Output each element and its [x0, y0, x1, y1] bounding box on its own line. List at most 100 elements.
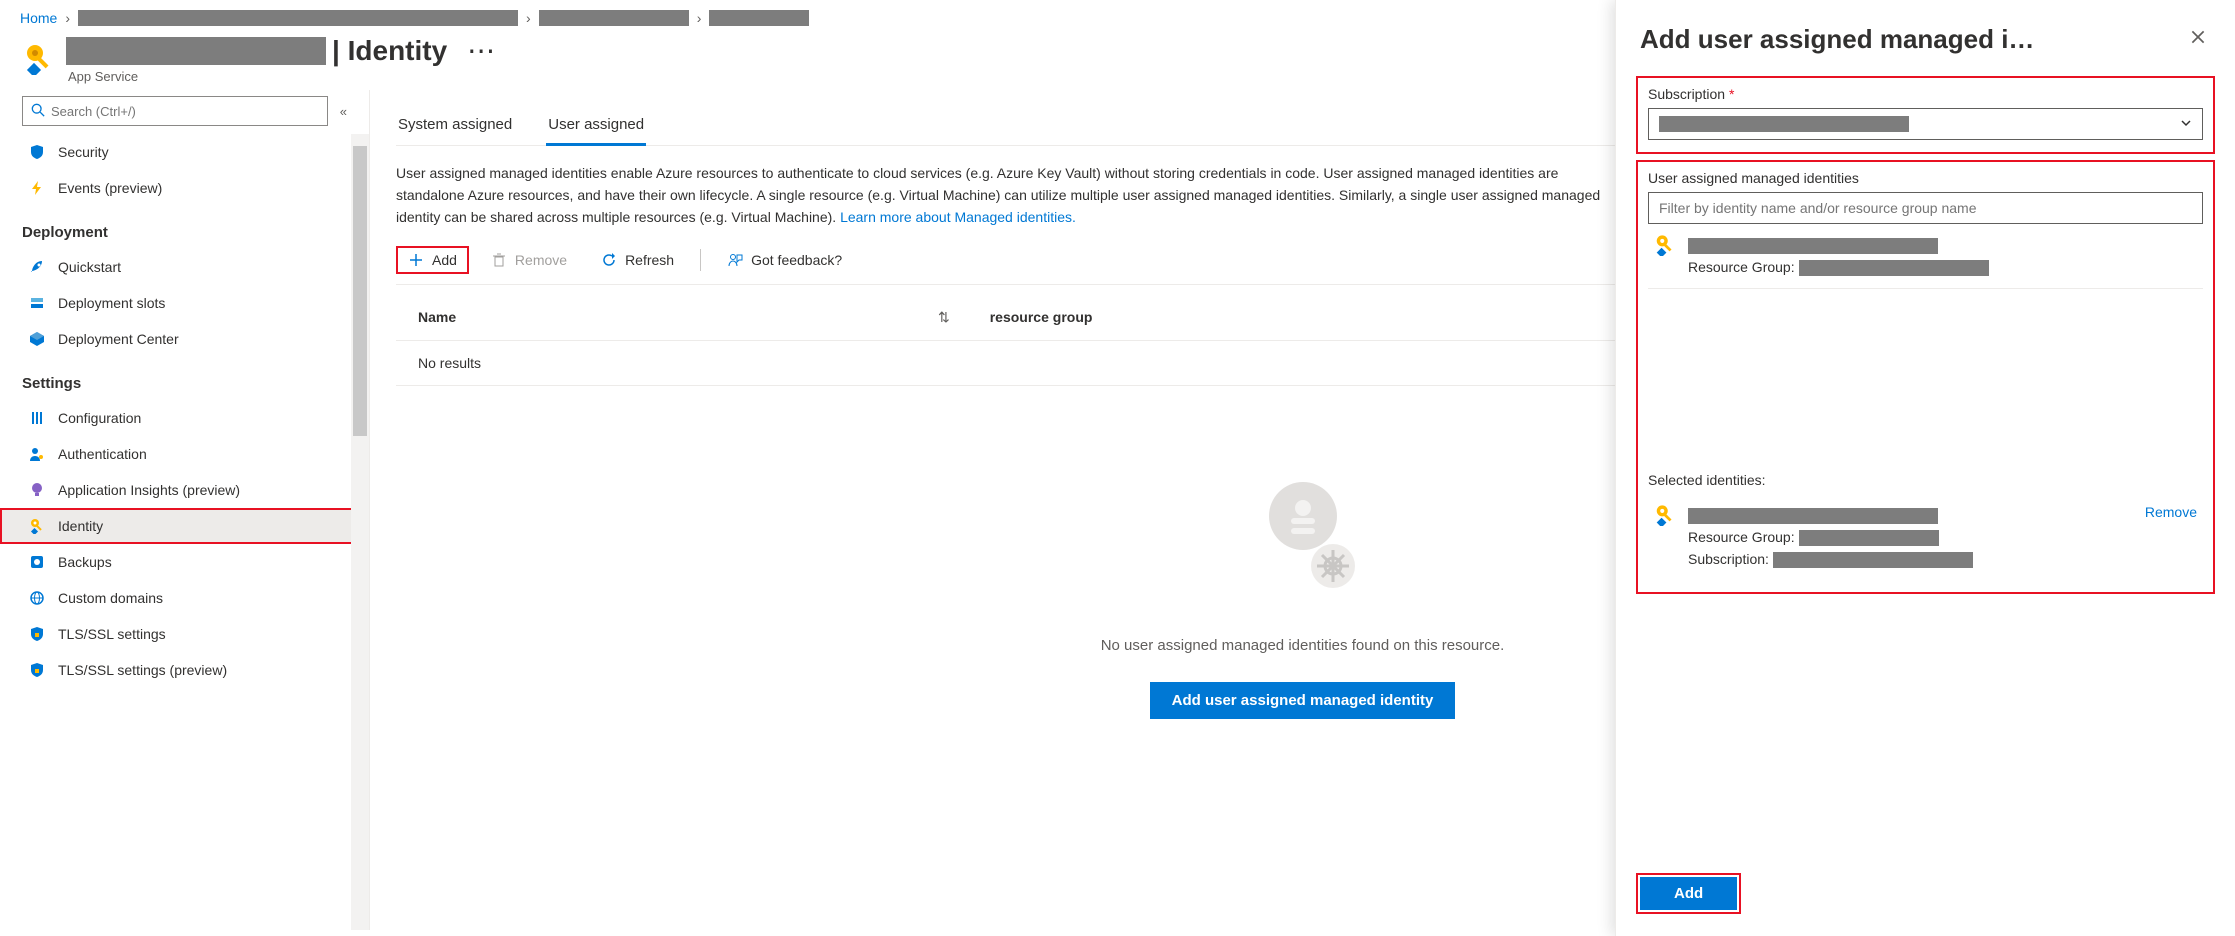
remove-button: Remove — [479, 246, 579, 274]
identities-section: User assigned managed identities Resourc… — [1636, 160, 2215, 594]
page-section-title: | Identity — [332, 35, 447, 67]
sidebar-item-label: Configuration — [58, 410, 141, 426]
learn-more-link[interactable]: Learn more about Managed identities. — [840, 209, 1076, 225]
sidebar-search-input[interactable] — [51, 104, 319, 119]
column-resource-group[interactable]: resource group — [990, 309, 1093, 326]
identity-key-icon — [1654, 234, 1678, 258]
available-identities-list: Resource Group: — [1648, 224, 2203, 454]
chevron-right-icon: › — [65, 10, 70, 26]
sidebar-item-label: TLS/SSL settings (preview) — [58, 662, 227, 678]
sidebar-item-label: Security — [58, 144, 109, 160]
sidebar-item-custom-domains[interactable]: Custom domains — [0, 580, 369, 616]
add-button-label: Add — [432, 252, 457, 268]
shield-lock-icon — [28, 625, 46, 643]
toolbar-separator — [700, 249, 701, 271]
collapse-sidebar-icon[interactable]: « — [336, 100, 351, 123]
blade-title: Add user assigned managed i… — [1640, 24, 2034, 55]
sidebar-item-app-insights[interactable]: Application Insights (preview) — [0, 472, 369, 508]
sort-icon[interactable]: ⇅ — [938, 309, 950, 326]
cube-icon — [28, 330, 46, 348]
breadcrumb-item-redacted[interactable] — [709, 10, 809, 26]
sidebar-item-deployment-center[interactable]: Deployment Center — [0, 321, 369, 357]
chevron-down-icon — [2180, 117, 2192, 132]
close-blade-button[interactable] — [2185, 22, 2211, 56]
sidebar-item-backups[interactable]: Backups — [0, 544, 369, 580]
sidebar-item-quickstart[interactable]: Quickstart — [0, 249, 369, 285]
sidebar-item-identity[interactable]: Identity — [0, 508, 369, 544]
sliders-icon — [28, 409, 46, 427]
add-button[interactable]: Add — [396, 246, 469, 274]
refresh-button[interactable]: Refresh — [589, 246, 686, 274]
more-menu-icon[interactable]: ⋯ — [453, 34, 511, 67]
identity-key-icon — [22, 42, 56, 76]
sidebar-item-configuration[interactable]: Configuration — [0, 400, 369, 436]
rocket-icon — [28, 258, 46, 276]
resource-type-subtitle: App Service — [68, 69, 511, 84]
lightning-icon — [28, 179, 46, 197]
sidebar-item-label: Application Insights (preview) — [58, 482, 240, 498]
identity-name-redacted — [1688, 508, 1938, 524]
sidebar-search[interactable] — [22, 96, 328, 126]
sidebar-item-deployment-slots[interactable]: Deployment slots — [0, 285, 369, 321]
tab-system-assigned[interactable]: System assigned — [396, 106, 514, 145]
breadcrumb-item-redacted[interactable] — [539, 10, 689, 26]
shield-icon — [28, 143, 46, 161]
add-uami-blade: Add user assigned managed i… Subscriptio… — [1615, 0, 2235, 936]
identity-key-icon — [1654, 504, 1678, 528]
remove-button-label: Remove — [515, 252, 567, 268]
shield-lock-icon — [28, 661, 46, 679]
resource-sidebar: « Security Events (preview) Deployment — [0, 90, 370, 930]
subscription-value-redacted — [1773, 552, 1973, 568]
sidebar-item-security[interactable]: Security — [0, 134, 369, 170]
refresh-icon — [601, 252, 617, 268]
empty-state-text: No user assigned managed identities foun… — [1101, 637, 1505, 654]
sidebar-item-label: Deployment Center — [58, 331, 179, 347]
person-key-icon — [28, 445, 46, 463]
trash-icon — [491, 252, 507, 268]
search-icon — [31, 103, 45, 120]
sidebar-item-label: Quickstart — [58, 259, 121, 275]
subscription-label: Subscription* — [1648, 86, 2203, 102]
subscription-section: Subscription* — [1636, 76, 2215, 154]
chevron-right-icon: › — [697, 10, 702, 26]
uami-label: User assigned managed identities — [1648, 170, 2203, 186]
add-uami-button[interactable]: Add user assigned managed identity — [1150, 682, 1456, 719]
scrollbar-thumb[interactable] — [353, 146, 367, 436]
selected-identities-label: Selected identities: — [1648, 472, 2203, 488]
breadcrumb-home[interactable]: Home — [20, 10, 57, 26]
identity-filter-input[interactable] — [1648, 192, 2203, 224]
resource-group-label: Resource Group: — [1688, 259, 1795, 275]
globe-icon — [28, 589, 46, 607]
resource-group-value-redacted — [1799, 530, 1939, 546]
sidebar-item-events[interactable]: Events (preview) — [0, 170, 369, 206]
feedback-button[interactable]: Got feedback? — [715, 246, 854, 274]
sidebar-item-label: Deployment slots — [58, 295, 165, 311]
slots-icon — [28, 294, 46, 312]
plus-icon — [408, 252, 424, 268]
sidebar-nav: Security Events (preview) Deployment Qui… — [0, 134, 369, 930]
breadcrumb-item-redacted[interactable] — [78, 10, 518, 26]
sidebar-item-label: Identity — [58, 518, 103, 534]
sidebar-item-tls-ssl[interactable]: TLS/SSL settings — [0, 616, 369, 652]
resource-group-value-redacted — [1799, 260, 1989, 276]
identity-key-icon — [28, 517, 46, 535]
vault-icon — [28, 553, 46, 571]
column-name[interactable]: Name — [418, 309, 938, 326]
remove-identity-link[interactable]: Remove — [2145, 504, 2197, 520]
feedback-button-label: Got feedback? — [751, 252, 842, 268]
sidebar-item-label: Authentication — [58, 446, 147, 462]
blade-add-button[interactable]: Add — [1640, 877, 1737, 910]
refresh-button-label: Refresh — [625, 252, 674, 268]
identity-list-item[interactable]: Resource Group: — [1648, 224, 2203, 289]
resource-group-label: Resource Group: — [1688, 529, 1795, 545]
sidebar-item-tls-ssl-preview[interactable]: TLS/SSL settings (preview) — [0, 652, 369, 688]
tab-user-assigned[interactable]: User assigned — [546, 106, 646, 145]
feedback-icon — [727, 252, 743, 268]
description-text: User assigned managed identities enable … — [396, 162, 1616, 228]
sidebar-group-settings: Settings — [0, 357, 369, 400]
sidebar-item-authentication[interactable]: Authentication — [0, 436, 369, 472]
sidebar-item-label: Custom domains — [58, 590, 163, 606]
subscription-value-redacted — [1659, 116, 1909, 132]
sidebar-item-label: Events (preview) — [58, 180, 162, 196]
subscription-dropdown[interactable] — [1648, 108, 2203, 140]
